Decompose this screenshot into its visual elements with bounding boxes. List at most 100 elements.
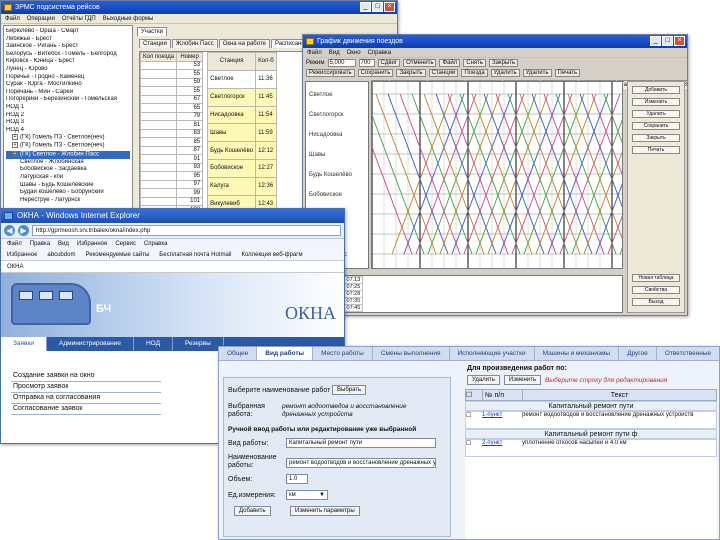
tree-node[interactable]: Будай кошелёво - Бобруйский [6,189,130,197]
bottom-button[interactable]: Свойства [632,286,680,294]
side-button[interactable]: Сохранить [632,122,680,130]
submenu-send[interactable]: Отправка на согласования [11,393,161,404]
table-row[interactable]: Будь Кошелёво 12:12 [207,141,277,161]
table-row[interactable]: 87 [140,145,204,155]
file-button[interactable]: Файл [439,59,461,67]
tree-node[interactable]: Бобовиское - Загдаевка [6,166,130,174]
bottom-button[interactable]: Новая таблица [632,274,680,282]
row-number-link[interactable]: 1-пункт [482,412,522,428]
expand-icon[interactable]: + [12,150,18,157]
back-icon[interactable]: ◀ [4,225,15,236]
side-button[interactable]: Изменить [632,98,680,106]
table-row[interactable]: Светлогорск 11:45 [207,87,277,107]
minimize-button[interactable]: _ [650,36,661,46]
form-tab[interactable]: Общее [219,347,258,360]
row-checkbox[interactable]: ☐ [466,412,482,428]
volume-input[interactable]: 1.0 [286,474,308,484]
row-number-link[interactable]: 2-пункт [482,440,522,456]
form-tab[interactable]: Смены выполнения [373,347,450,360]
menu-item[interactable]: Правка [30,239,50,249]
tree-node[interactable]: + (ГК) Светлое - Жлобин Пасс [6,150,130,159]
tree-node[interactable]: НОД 4 [6,127,130,135]
bottom-button[interactable]: Выход [632,298,680,306]
table-row[interactable]: 81 [140,120,204,130]
table-row[interactable]: 79 [140,111,204,121]
menu-item[interactable]: Операции [27,14,55,23]
edit-button[interactable]: Режиссировать [306,69,355,77]
tree-node[interactable]: Заинское - Ригань - Брест [6,43,130,51]
table-row[interactable]: 85 [140,137,204,147]
tree-node[interactable]: Белорусь - Витебск - Гомель - Белгород [6,51,130,59]
maximize-button[interactable]: □ [662,36,673,46]
expand-icon[interactable]: + [12,142,18,149]
table-row[interactable]: Нисадоовка 11:54 [207,105,277,125]
favorites-link[interactable]: Рекомендуемые сайты [85,249,149,260]
tab-zhlobin[interactable]: Жлобин Пасс [171,39,218,48]
tree-node[interactable]: Нереструе - Латурнск [6,197,130,205]
table-row[interactable]: 97 [140,179,204,189]
add-button[interactable]: Добавить [234,506,271,516]
table-row[interactable]: 83 [140,128,204,138]
delete-button[interactable]: Удалить [490,69,520,77]
shift-button[interactable]: Сдвиг [377,59,401,67]
train-time-list[interactable]: 97 0007:1007:1397 0907:1907:2597 1107:26… [305,275,623,313]
tab-windows[interactable]: Окна на работе [218,39,270,48]
width-field[interactable]: 700 [358,59,375,67]
menu-item[interactable]: Файл [5,14,20,23]
favorites-link[interactable]: abcubdom [47,249,75,260]
cancel-button[interactable]: Отменить [403,59,437,67]
menu-item[interactable]: Выходные формы [103,14,154,23]
table-row[interactable]: Калуга 12:36 [207,176,277,196]
kind-input[interactable]: Капитальный ремонт пути [286,438,436,448]
tree-node[interactable]: НОД 2 [6,112,130,120]
train-graph-canvas[interactable] [351,82,687,268]
tree-node[interactable]: + (ГК) Гомель ПЗ - Светлое(неч) [6,134,130,142]
side-button[interactable]: Добавить [632,86,680,94]
train-table[interactable]: Кол поезда Номер 53 55 59 55 67 65 79 81 83 85 87 91… [140,52,204,209]
table-row[interactable]: Шавы 11:59 [207,123,277,143]
menu-item[interactable]: Отчёты ГДП [62,14,96,23]
menu-item[interactable]: Справка [368,48,392,57]
menu-item[interactable]: Вид [58,239,69,249]
save-button[interactable]: Сохранить [357,69,394,77]
menu-item[interactable]: Сервис [115,239,136,249]
tree-node[interactable]: Шавы - Будь Кошелёвские [6,182,130,190]
submenu-approve[interactable]: Согласование заявок [11,404,161,415]
change-params-button[interactable]: Изменить параметры [290,506,360,516]
trains-button[interactable]: Поезда [461,69,488,77]
tree-node[interactable]: Погорерики - Березинский - Гомельская [6,96,130,104]
tree-node[interactable]: + (ГК) Гомель ПЗ - Светлое(неч) [6,142,130,150]
tree-node[interactable]: Сурак - Юрга - Мостилкино [6,81,130,89]
menu-item[interactable]: Файл [307,48,322,57]
table-row[interactable]: 55 [140,86,204,96]
nav-nod[interactable]: НОД [134,337,173,351]
favorites-link[interactable]: Коллекция веб-фрагм [241,249,302,260]
maximize-button[interactable]: □ [372,2,383,12]
form-tab[interactable]: Вид работы [257,347,314,360]
delete-button-2[interactable]: Удалить [522,69,552,77]
minimize-button[interactable]: _ [360,2,371,12]
table-row[interactable]: Светлое 11:36 [207,69,277,89]
tree-node[interactable]: Латурская - кпи [6,174,130,182]
table-row[interactable]: 55 [140,69,204,79]
table-row[interactable]: 95 [140,171,204,181]
form-tab[interactable]: Ответственные [657,347,719,360]
table-row[interactable]: 59 [140,77,204,87]
side-button[interactable]: Удалить [632,110,680,118]
table-row[interactable]: Бобовиское 12:27 [207,159,277,178]
unit-select[interactable]: км ▼ [286,490,328,500]
menu-item[interactable]: Окно [347,48,361,57]
row-checkbox[interactable]: ☐ [466,440,482,456]
table-row[interactable]: 99 [140,188,204,198]
scale-field[interactable]: 5,000 [327,59,356,67]
nav-admin[interactable]: Администрирование [47,337,134,351]
url-input[interactable]: http://gprmeosh.srv.tribalex/okna/index.… [32,225,341,236]
train-graph[interactable] [351,81,687,269]
table-row[interactable]: 101 [140,196,204,206]
expand-icon[interactable]: + [12,134,18,141]
menu-item[interactable]: Вид [329,48,340,57]
tree-node[interactable]: Бирюлёво - Орша - Смарт [6,28,130,36]
side-button[interactable]: Закрыть [632,134,680,142]
tab-sections[interactable]: Участки [137,27,167,36]
row-checkbox[interactable]: ☐ [466,390,482,400]
